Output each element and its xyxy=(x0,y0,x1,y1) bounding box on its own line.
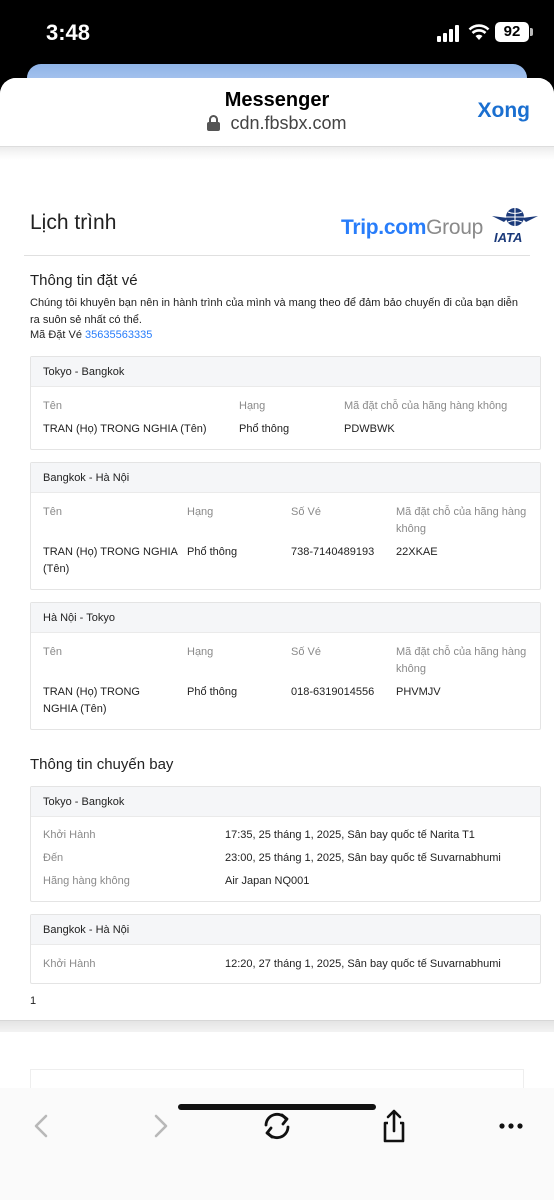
booking-code: Mã Đặt Vé 35635563335 xyxy=(30,329,153,341)
booking-code-link[interactable]: 35635563335 xyxy=(85,329,152,341)
ticket-route: Hà Nội - Tokyo xyxy=(31,603,540,633)
status-time: 3:48 xyxy=(46,20,91,45)
ticket-route: Tokyo - Bangkok xyxy=(31,357,540,387)
reload-icon[interactable] xyxy=(257,1106,297,1146)
page-title: Lịch trình xyxy=(30,211,117,234)
wifi-icon xyxy=(468,24,490,40)
ticket-route: Bangkok - Hà Nội xyxy=(31,463,540,493)
col-header: Số Vé xyxy=(291,646,321,658)
ticket-card: Tokyo - Bangkok Tên Hạng Mã đặt chỗ của … xyxy=(30,356,541,450)
next-page-preview xyxy=(30,1069,524,1089)
ticket-class: Phổ thông xyxy=(239,423,290,435)
flight-row-value: 23:00, 25 tháng 1, 2025, Sân bay quốc tế… xyxy=(225,852,501,864)
passenger-name: TRAN (Họ) TRONG NGHIA (Tên) xyxy=(43,546,178,575)
page-separator xyxy=(0,1020,554,1032)
url-text: cdn.fbsbx.com xyxy=(230,113,347,133)
share-icon[interactable] xyxy=(374,1106,414,1146)
forward-icon[interactable] xyxy=(140,1106,180,1146)
flight-row-label: Khởi Hành xyxy=(43,958,96,970)
browser-sheet: Messenger cdn.fbsbx.com Xong Lịch trình … xyxy=(0,78,554,1200)
done-button[interactable]: Xong xyxy=(478,99,531,123)
flight-row-label: Khởi Hành xyxy=(43,829,96,841)
col-header: Tên xyxy=(43,506,62,518)
col-header: Số Vé xyxy=(291,506,321,518)
col-header: Mã đặt chỗ của hãng hàng không xyxy=(344,400,508,412)
col-header: Mã đặt chỗ của hãng hàng không xyxy=(396,646,527,675)
passenger-name: TRAN (Họ) TRONG NGHIA (Tên) xyxy=(43,423,207,435)
home-indicator xyxy=(178,1104,376,1110)
ticket-number: 738-7140489193 xyxy=(291,546,375,558)
page-number: 1 xyxy=(30,995,37,1007)
back-icon[interactable] xyxy=(22,1106,62,1146)
col-header: Mã đặt chỗ của hãng hàng không xyxy=(396,506,527,535)
ticket-card: Hà Nội - Tokyo Tên Hạng Số Vé Mã đặt chỗ… xyxy=(30,602,541,730)
lock-icon xyxy=(207,115,221,131)
flight-row-label: Hãng hàng không xyxy=(43,875,130,887)
flight-route: Bangkok - Hà Nội xyxy=(31,915,540,945)
more-icon[interactable] xyxy=(491,1106,531,1146)
trip-com-logo: Trip.comGroup xyxy=(341,216,483,239)
flight-card: Tokyo - Bangkok Khởi Hành 17:35, 25 thán… xyxy=(30,786,541,902)
cellular-signal-icon xyxy=(437,24,463,42)
booking-section-title: Thông tin đặt vé xyxy=(30,272,138,289)
browser-navbar: Messenger cdn.fbsbx.com Xong xyxy=(0,78,554,146)
flight-row-value: 17:35, 25 tháng 1, 2025, Sân bay quốc tế… xyxy=(225,829,475,841)
flight-row-label: Đến xyxy=(43,852,64,864)
col-header: Hạng xyxy=(239,400,266,412)
airline-booking-code: PDWBWK xyxy=(344,423,395,435)
document-page: Lịch trình Trip.comGroup IATA Thông tin … xyxy=(0,160,554,1007)
document-header: Lịch trình Trip.comGroup IATA xyxy=(24,160,538,256)
airline-booking-code: 22XKAE xyxy=(396,546,438,558)
flight-card: Bangkok - Hà Nội Khởi Hành 12:20, 27 thá… xyxy=(30,914,541,984)
browser-url: cdn.fbsbx.com xyxy=(0,113,554,134)
ticket-number: 018-6319014556 xyxy=(291,686,375,698)
booking-note: Chúng tôi khuyên bạn nên in hành trình c… xyxy=(30,297,519,326)
col-header: Tên xyxy=(43,400,62,412)
col-header: Hạng xyxy=(187,506,214,518)
flight-row-value: Air Japan NQ001 xyxy=(225,875,310,887)
col-header: Tên xyxy=(43,646,62,658)
battery-icon: 92 xyxy=(495,22,533,42)
flight-route: Tokyo - Bangkok xyxy=(31,787,540,817)
status-bar: 3:48 92 xyxy=(0,0,554,66)
divider xyxy=(0,146,554,160)
airline-booking-code: PHVMJV xyxy=(396,686,441,698)
screen: 3:48 92 Messenger cdn.fbsbx.com Xong Lịc… xyxy=(0,0,554,1200)
flight-row-value: 12:20, 27 tháng 1, 2025, Sân bay quốc tế… xyxy=(225,958,501,970)
passenger-name: TRAN (Họ) TRONG NGHIA (Tên) xyxy=(43,686,140,715)
booking-info: Thông tin đặt vé Chúng tôi khuyên bạn nê… xyxy=(24,272,530,341)
browser-title: Messenger xyxy=(224,89,330,111)
ticket-class: Phổ thông xyxy=(187,546,238,558)
flights-section-title: Thông tin chuyến bay xyxy=(30,756,174,773)
iata-label: IATA xyxy=(494,230,523,245)
ticket-card: Bangkok - Hà Nội Tên Hạng Số Vé Mã đặt c… xyxy=(30,462,541,590)
col-header: Hạng xyxy=(187,646,214,658)
ticket-class: Phổ thông xyxy=(187,686,238,698)
